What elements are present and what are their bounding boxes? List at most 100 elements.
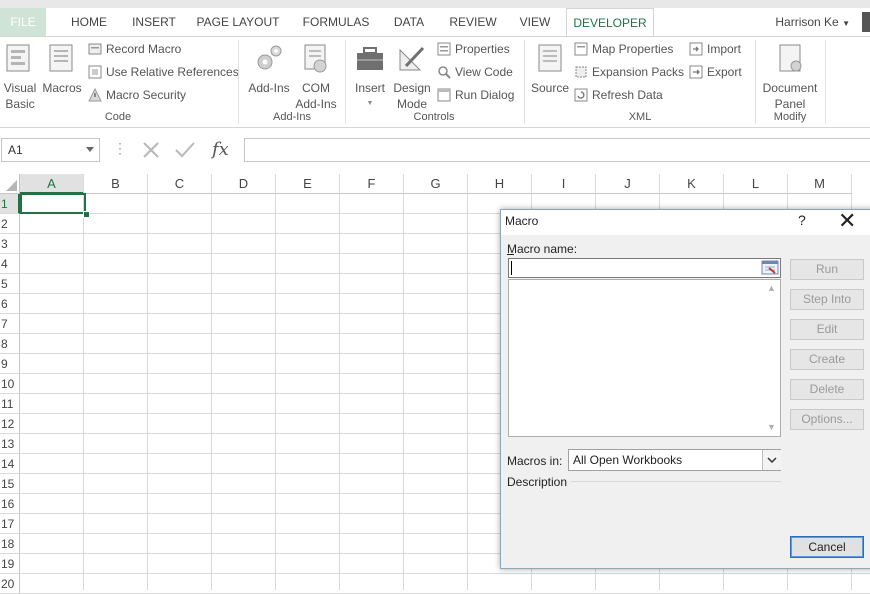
toolbox-icon: [357, 47, 383, 70]
row-header-10[interactable]: 10: [0, 374, 20, 394]
import-button[interactable]: Import: [689, 39, 741, 59]
macro-list[interactable]: [508, 279, 781, 437]
macro-name-label: Macro name:: [507, 242, 578, 256]
user-account[interactable]: Harrison Ke ▼: [775, 8, 850, 36]
use-relative-references-button[interactable]: Use Relative References: [88, 62, 239, 82]
run-button[interactable]: Run: [790, 259, 864, 280]
tab-page-layout[interactable]: PAGE LAYOUT: [192, 8, 284, 36]
cancel-button[interactable]: Cancel: [790, 536, 864, 558]
row-header-4[interactable]: 4: [0, 254, 20, 274]
column-header-i[interactable]: I: [532, 174, 596, 194]
formula-input[interactable]: [244, 138, 870, 162]
column-header-d[interactable]: D: [212, 174, 276, 194]
row-header-12[interactable]: 12: [0, 414, 20, 434]
document-panel-button[interactable]: Document Panel: [758, 42, 822, 112]
record-macro-button[interactable]: Record Macro: [88, 39, 181, 59]
refresh-data-button[interactable]: Refresh Data: [574, 85, 663, 105]
tab-review[interactable]: REVIEW: [442, 8, 504, 36]
design-mode-button[interactable]: Design Mode: [392, 42, 432, 112]
macro-name-input[interactable]: [508, 258, 781, 278]
source-button[interactable]: Source: [530, 42, 570, 96]
expansion-packs-button[interactable]: Expansion Packs: [574, 62, 684, 82]
row-header-8[interactable]: 8: [0, 334, 20, 354]
select-all-corner[interactable]: [0, 174, 20, 194]
visual-basic-button[interactable]: Visual Basic: [2, 42, 38, 112]
text-caret: [511, 261, 512, 275]
step-into-button[interactable]: Step Into: [790, 289, 864, 310]
tab-file[interactable]: FILE: [0, 8, 46, 36]
dialog-title: Macro: [505, 214, 539, 228]
column-header-l[interactable]: L: [724, 174, 788, 194]
export-button[interactable]: Export: [689, 62, 742, 82]
column-header-a[interactable]: A: [20, 174, 84, 194]
column-header-k[interactable]: K: [660, 174, 724, 194]
document-panel-icon: [779, 44, 802, 72]
avatar[interactable]: [862, 12, 870, 32]
row-header-6[interactable]: 6: [0, 294, 20, 314]
create-button[interactable]: Create: [790, 349, 864, 370]
row-header-19[interactable]: 19: [0, 554, 20, 574]
options-button[interactable]: Options...: [790, 409, 864, 430]
group-label-add-ins: Add-Ins: [273, 111, 311, 123]
row-header-20[interactable]: 20: [0, 574, 20, 594]
scroll-up-icon[interactable]: ▲: [767, 283, 776, 293]
row-header-2[interactable]: 2: [0, 214, 20, 234]
row-header-9[interactable]: 9: [0, 354, 20, 374]
gridline-horizontal: [20, 573, 870, 574]
run-dialog-button[interactable]: Run Dialog: [437, 85, 514, 105]
help-button[interactable]: ?: [798, 212, 806, 228]
tab-formulas[interactable]: FORMULAS: [296, 8, 376, 36]
row-header-3[interactable]: 3: [0, 234, 20, 254]
row-header-7[interactable]: 7: [0, 314, 20, 334]
range-select-icon[interactable]: [761, 260, 779, 276]
column-header-j[interactable]: J: [596, 174, 660, 194]
tab-view[interactable]: VIEW: [514, 8, 556, 36]
row-header-14[interactable]: 14: [0, 454, 20, 474]
macros-icon: [49, 44, 73, 72]
macros-in-label: Macros in:: [507, 454, 563, 468]
row-header-11[interactable]: 11: [0, 394, 20, 414]
confirm-entry-icon[interactable]: [175, 142, 195, 158]
view-code-button[interactable]: View Code: [437, 62, 513, 82]
import-icon: [689, 42, 703, 56]
row-header-17[interactable]: 17: [0, 514, 20, 534]
macro-list-scrollbar[interactable]: ▲ ▼: [763, 280, 780, 436]
active-cell-a1[interactable]: [20, 193, 86, 214]
column-header-g[interactable]: G: [404, 174, 468, 194]
map-properties-button[interactable]: Map Properties: [574, 39, 673, 59]
insert-control-button[interactable]: Insert ▼: [352, 42, 388, 112]
tab-data[interactable]: DATA: [386, 8, 432, 36]
com-add-ins-button[interactable]: COM Add-Ins: [294, 42, 338, 112]
tab-insert[interactable]: INSERT: [126, 8, 182, 36]
column-header-c[interactable]: C: [148, 174, 212, 194]
chevron-down-icon[interactable]: [86, 147, 94, 152]
macros-in-select[interactable]: All Open Workbooks: [568, 449, 781, 471]
row-header-5[interactable]: 5: [0, 274, 20, 294]
row-header-18[interactable]: 18: [0, 534, 20, 554]
fill-handle[interactable]: [83, 211, 90, 218]
row-header-16[interactable]: 16: [0, 494, 20, 514]
edit-button[interactable]: Edit: [790, 319, 864, 340]
column-header-e[interactable]: E: [276, 174, 340, 194]
properties-button[interactable]: Properties: [437, 39, 510, 59]
column-header-b[interactable]: B: [84, 174, 148, 194]
scroll-down-icon[interactable]: ▼: [767, 422, 776, 432]
cancel-entry-icon[interactable]: [143, 142, 159, 158]
column-header-f[interactable]: F: [340, 174, 404, 194]
expansion-packs-icon: [575, 66, 587, 78]
row-header-13[interactable]: 13: [0, 434, 20, 454]
close-icon[interactable]: ✕: [838, 208, 856, 234]
macros-button[interactable]: Macros: [42, 42, 82, 96]
tab-developer[interactable]: DEVELOPER: [566, 8, 654, 37]
macro-security-button[interactable]: Macro Security: [88, 85, 186, 105]
tab-home[interactable]: HOME: [62, 8, 116, 36]
formula-bar-splitter[interactable]: ⋮: [113, 140, 127, 157]
row-header-15[interactable]: 15: [0, 474, 20, 494]
delete-button[interactable]: Delete: [790, 379, 864, 400]
add-ins-button[interactable]: Add-Ins: [246, 42, 292, 96]
insert-function-icon[interactable]: fx: [212, 139, 229, 160]
column-header-h[interactable]: H: [468, 174, 532, 194]
column-header-m[interactable]: M: [788, 174, 852, 194]
row-header-1[interactable]: 1: [0, 194, 20, 214]
chevron-down-icon[interactable]: [762, 450, 781, 470]
